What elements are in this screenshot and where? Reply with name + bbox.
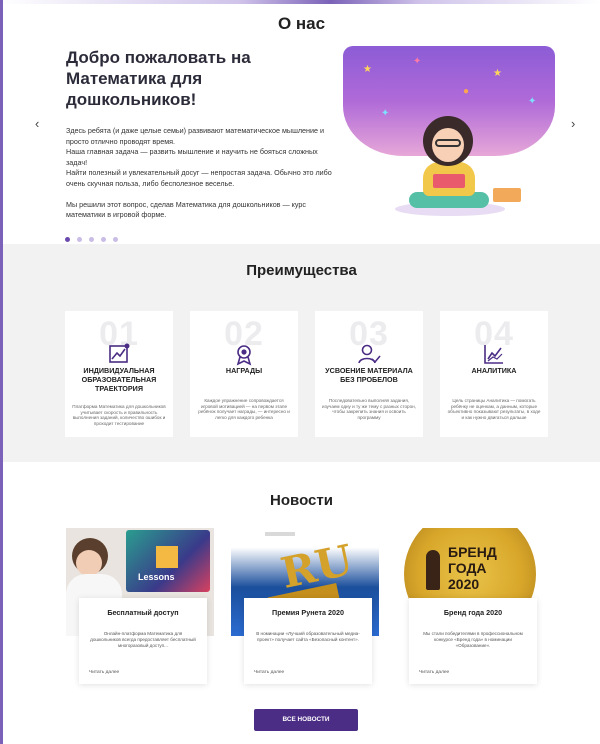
advantage-text: Цель страницы Аналитика — помогать ребён…: [447, 398, 541, 420]
news-card-text: Онлайн-платформа Математика для дошкольн…: [90, 631, 196, 648]
analytics-icon: [484, 345, 503, 364]
read-more-link[interactable]: Читать далее: [89, 670, 119, 675]
slider-dot[interactable]: [113, 237, 118, 242]
advantage-text: Каждое упражнение сопровождается игровой…: [198, 398, 290, 420]
star-icon: ★: [493, 68, 502, 79]
advantage-title: АНАЛИТИКА: [471, 366, 517, 375]
person-check-icon: [358, 344, 381, 364]
news-card: Бренд года 2020 Мы стали победителями в …: [409, 598, 537, 684]
news-card: Бесплатный доступ Онлайн-платформа Матем…: [79, 598, 207, 684]
about-title: О нас: [277, 14, 326, 33]
hero-heading: Добро пожаловать на Математика для дошко…: [66, 47, 336, 110]
hero-heading-line2: Математика для дошкольников!: [66, 69, 203, 109]
award-medal-icon: [236, 345, 252, 366]
advantage-card: 03 УСВОЕНИЕ МАТЕРИАЛА БЕЗ ПРОБЕЛОВ После…: [315, 311, 423, 437]
bottle-icon: [426, 550, 440, 590]
advantage-card: 01 ИНДИВИДУАЛЬНАЯ ОБРАЗОВАТЕЛЬНАЯ ТРАЕКТ…: [65, 311, 173, 437]
book-icon: [433, 174, 465, 188]
star-icon: ✦: [413, 56, 422, 67]
star-icon: ✦: [381, 108, 390, 119]
all-news-button[interactable]: ВСЕ НОВОСТИ: [254, 709, 358, 731]
hero-text: Здесь ребята (и даже целые семьи) развив…: [66, 126, 338, 221]
star-icon: ●: [463, 86, 470, 97]
advantage-title: НАГРАДЫ: [225, 366, 263, 375]
advantage-title: ИНДИВИДУАЛЬНАЯ ОБРАЗОВАТЕЛЬНАЯ ТРАЕКТОРИ…: [81, 366, 157, 393]
news-title: Новости: [270, 492, 333, 509]
news-card-title: Премия Рунета 2020: [272, 608, 344, 617]
slider-next-arrow-icon[interactable]: ›: [571, 116, 575, 131]
slider-dot[interactable]: [101, 237, 106, 242]
advantage-text: Платформа Математика для дошкольников уч…: [72, 404, 166, 426]
read-more-link[interactable]: Читать далее: [419, 670, 449, 675]
advantages-section: Преимущества 01 ИНДИВИДУАЛЬНАЯ ОБРАЗОВАТ…: [3, 244, 600, 462]
image-top-bar: [265, 532, 295, 536]
news-card-title: Бренд года 2020: [443, 608, 503, 617]
star-icon: ★: [363, 64, 372, 75]
slider-dot[interactable]: [89, 237, 94, 242]
slider-prev-arrow-icon[interactable]: ‹: [35, 116, 39, 131]
about-section: О нас ‹ › Добро пожаловать на Математика…: [3, 4, 600, 244]
hero-heading-line1: Добро пожаловать на: [66, 48, 251, 67]
advantage-card: 02 НАГРАДЫ Каждое упражнение сопровождае…: [190, 311, 298, 437]
lesson-tile: [156, 546, 178, 568]
brand-seal-text: БРЕНД ГОДА 2020: [448, 544, 497, 592]
slider-dot[interactable]: [77, 237, 82, 242]
news-card-title: Бесплатный доступ: [107, 608, 179, 617]
hero-paragraph: Мы решили этот вопрос, сделав Математика…: [66, 199, 307, 220]
hero-paragraph: Здесь ребята (и даже целые семьи) развив…: [66, 126, 325, 146]
news-card: Премия Рунета 2020 В номинации «Лучший о…: [244, 598, 372, 684]
chart-growth-icon: [109, 343, 130, 363]
glasses-icon: [435, 139, 461, 147]
news-section: Новости Lessons Бесплатный доступ Онлайн…: [3, 462, 600, 744]
advantage-title: УСВОЕНИЕ МАТЕРИАЛА БЕЗ ПРОБЕЛОВ: [325, 366, 413, 384]
news-card-text: Мы стали победителями в профессиональном…: [423, 631, 523, 648]
lessons-screen-text: Lessons: [138, 572, 175, 582]
slider-dot[interactable]: [65, 237, 70, 242]
advantages-title: Преимущества: [246, 262, 357, 279]
news-card-text: В номинации «Лучший образовательный меди…: [256, 631, 360, 642]
child-face: [76, 550, 102, 576]
advantage-card: 04 АНАЛИТИКА Цель страницы Аналитика — п…: [440, 311, 548, 437]
books-stack-icon: [493, 188, 521, 202]
hero-paragraph: Найти полезный и увлекательный досуг — н…: [66, 168, 332, 188]
hero-illustration: ★ ✦ ★ ✦ ✦ ●: [343, 46, 555, 216]
read-more-link[interactable]: Читать далее: [254, 670, 284, 675]
star-icon: ✦: [528, 96, 537, 107]
slider-dots: [65, 237, 118, 242]
hero-paragraph: Наша главная задача — развить мышление и…: [66, 147, 318, 167]
advantage-text: Последовательно выполняя задания, изучае…: [322, 398, 416, 420]
